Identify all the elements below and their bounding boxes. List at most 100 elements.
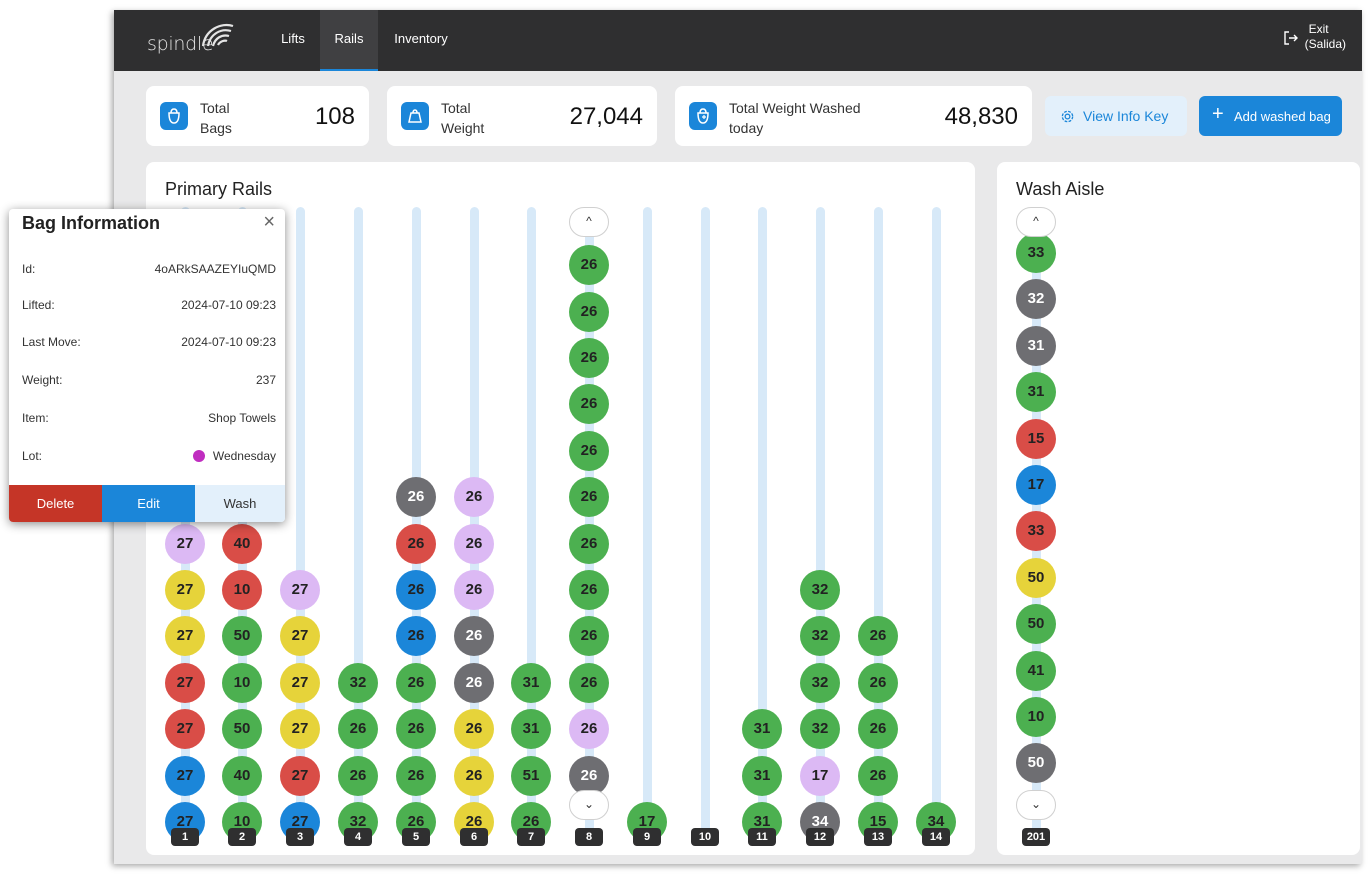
bag-circle[interactable]: 26 bbox=[454, 755, 494, 796]
detail-value: 2024-07-10 09:23 bbox=[181, 335, 276, 349]
bag-circle[interactable]: 26 bbox=[396, 570, 436, 610]
bag-circle[interactable]: 26 bbox=[396, 523, 436, 564]
bag-circle[interactable]: 50 bbox=[1016, 557, 1056, 598]
plus-icon: + bbox=[1212, 103, 1224, 125]
bag-circle[interactable]: 26 bbox=[569, 245, 609, 286]
bag-circle[interactable]: 26 bbox=[569, 523, 609, 564]
bag-circle[interactable]: 10 bbox=[222, 570, 262, 610]
bag-circle[interactable]: 26 bbox=[569, 709, 609, 750]
bag-circle[interactable]: 50 bbox=[1016, 604, 1056, 645]
bag-circle[interactable]: 26 bbox=[569, 338, 609, 378]
bag-circle[interactable]: 26 bbox=[454, 523, 494, 564]
wash-button[interactable]: Wash bbox=[195, 485, 285, 522]
bag-circle[interactable]: 31 bbox=[742, 709, 782, 750]
bag-circle[interactable]: 10 bbox=[1016, 697, 1056, 737]
rail-number-label: 5 bbox=[402, 828, 430, 846]
bag-circle[interactable]: 26 bbox=[396, 662, 436, 703]
bag-circle[interactable]: 17 bbox=[800, 755, 840, 796]
bag-circle[interactable]: 50 bbox=[1016, 743, 1056, 784]
bag-circle[interactable]: 26 bbox=[858, 709, 898, 750]
bag-circle[interactable]: 40 bbox=[222, 523, 262, 564]
bag-circle[interactable]: 26 bbox=[396, 709, 436, 750]
bag-circle[interactable]: 50 bbox=[222, 616, 262, 657]
bag-circle[interactable]: 32 bbox=[800, 709, 840, 750]
stat-card-total-weight-washed: Total Weight Washed today 48,830 bbox=[675, 86, 1032, 146]
delete-button[interactable]: Delete bbox=[9, 485, 102, 522]
bag-circle[interactable]: 32 bbox=[800, 662, 840, 703]
detail-key: Last Move: bbox=[22, 335, 81, 349]
bag-circle[interactable]: 27 bbox=[280, 709, 320, 750]
bag-circle[interactable]: 51 bbox=[511, 755, 551, 796]
tab-inventory[interactable]: Inventory bbox=[384, 10, 458, 71]
bag-circle[interactable]: 27 bbox=[165, 709, 205, 750]
add-washed-bag-button[interactable]: + Add washed bag bbox=[1199, 96, 1342, 136]
bag-circle[interactable]: 26 bbox=[338, 709, 378, 750]
rail-number-label: 12 bbox=[806, 828, 834, 846]
bag-circle[interactable]: 32 bbox=[800, 570, 840, 610]
bag-circle[interactable]: 26 bbox=[338, 755, 378, 796]
bag-circle[interactable]: 26 bbox=[396, 755, 436, 796]
bag-circle[interactable]: 31 bbox=[511, 709, 551, 750]
bag-circle[interactable]: 26 bbox=[858, 755, 898, 796]
bag-circle[interactable]: 27 bbox=[280, 616, 320, 657]
rail-track bbox=[527, 207, 536, 845]
bag-circle[interactable]: 32 bbox=[800, 616, 840, 657]
scroll-up-chevron-icon[interactable]: ^ bbox=[569, 207, 609, 237]
bag-circle[interactable]: 26 bbox=[454, 616, 494, 657]
bag-circle[interactable]: 50 bbox=[222, 709, 262, 750]
bag-circle[interactable]: 41 bbox=[1016, 650, 1056, 691]
bag-circle[interactable]: 26 bbox=[454, 709, 494, 750]
view-info-key-button[interactable]: View Info Key bbox=[1045, 96, 1187, 136]
bag-circle[interactable]: 27 bbox=[280, 570, 320, 610]
bag-circle[interactable]: 26 bbox=[858, 662, 898, 703]
gear-icon bbox=[1061, 110, 1074, 123]
rail-number-label: 6 bbox=[460, 828, 488, 846]
bag-circle[interactable]: 31 bbox=[742, 755, 782, 796]
bag-circle[interactable]: 31 bbox=[1016, 372, 1056, 413]
primary-rails-title: Primary Rails bbox=[165, 179, 273, 199]
bag-circle[interactable]: 26 bbox=[396, 616, 436, 657]
bag-circle[interactable]: 27 bbox=[165, 616, 205, 657]
tab-lifts[interactable]: Lifts bbox=[269, 10, 317, 71]
bag-circle[interactable]: 26 bbox=[569, 570, 609, 610]
bag-circle[interactable]: 27 bbox=[165, 523, 205, 564]
bag-circle[interactable]: 26 bbox=[858, 616, 898, 657]
bag-circle[interactable]: 32 bbox=[1016, 279, 1056, 320]
popup-detail-row: Last Move: 2024-07-10 09:23 bbox=[22, 335, 276, 355]
bag-circle[interactable]: 26 bbox=[569, 430, 609, 471]
tab-rails[interactable]: Rails bbox=[320, 10, 378, 71]
bag-circle[interactable]: 27 bbox=[280, 662, 320, 703]
bag-circle[interactable]: 15 bbox=[1016, 418, 1056, 459]
bag-circle[interactable]: 40 bbox=[222, 755, 262, 796]
bag-circle[interactable]: 10 bbox=[222, 662, 262, 703]
bag-circle[interactable]: 32 bbox=[338, 662, 378, 703]
bag-circle[interactable]: 27 bbox=[165, 662, 205, 703]
bag-circle[interactable]: 26 bbox=[454, 662, 494, 703]
bag-circle[interactable]: 33 bbox=[1016, 511, 1056, 552]
bag-circle[interactable]: 27 bbox=[280, 755, 320, 796]
bag-circle[interactable]: 26 bbox=[454, 477, 494, 518]
scroll-up-chevron-icon[interactable]: ^ bbox=[1016, 207, 1056, 237]
bag-circle[interactable]: 27 bbox=[165, 755, 205, 796]
exit-button[interactable]: Exit (Salida) bbox=[1283, 22, 1346, 52]
edit-button[interactable]: Edit bbox=[102, 485, 195, 522]
scroll-down-chevron-icon[interactable]: ⌄ bbox=[1016, 790, 1056, 820]
bag-circle[interactable]: 31 bbox=[511, 662, 551, 703]
scroll-down-chevron-icon[interactable]: ⌄ bbox=[569, 790, 609, 820]
bag-circle[interactable]: 26 bbox=[569, 384, 609, 425]
rail-number-label: 7 bbox=[517, 828, 545, 846]
bag-circle[interactable]: 26 bbox=[396, 477, 436, 518]
stat-card-total-bags: Total Bags 108 bbox=[146, 86, 369, 146]
close-icon[interactable]: × bbox=[263, 211, 275, 234]
bag-circle[interactable]: 26 bbox=[569, 662, 609, 703]
bag-circle[interactable]: 26 bbox=[569, 616, 609, 657]
bag-circle[interactable]: 27 bbox=[165, 570, 205, 610]
bag-circle[interactable]: 31 bbox=[1016, 325, 1056, 366]
bag-circle[interactable]: 26 bbox=[454, 570, 494, 610]
bag-circle[interactable]: 33 bbox=[1016, 233, 1056, 273]
popup-detail-row: Item: Shop Towels bbox=[22, 411, 276, 431]
rail-number-label: 10 bbox=[691, 828, 719, 846]
bag-circle[interactable]: 26 bbox=[569, 291, 609, 332]
bag-circle[interactable]: 26 bbox=[569, 477, 609, 518]
bag-circle[interactable]: 17 bbox=[1016, 465, 1056, 505]
